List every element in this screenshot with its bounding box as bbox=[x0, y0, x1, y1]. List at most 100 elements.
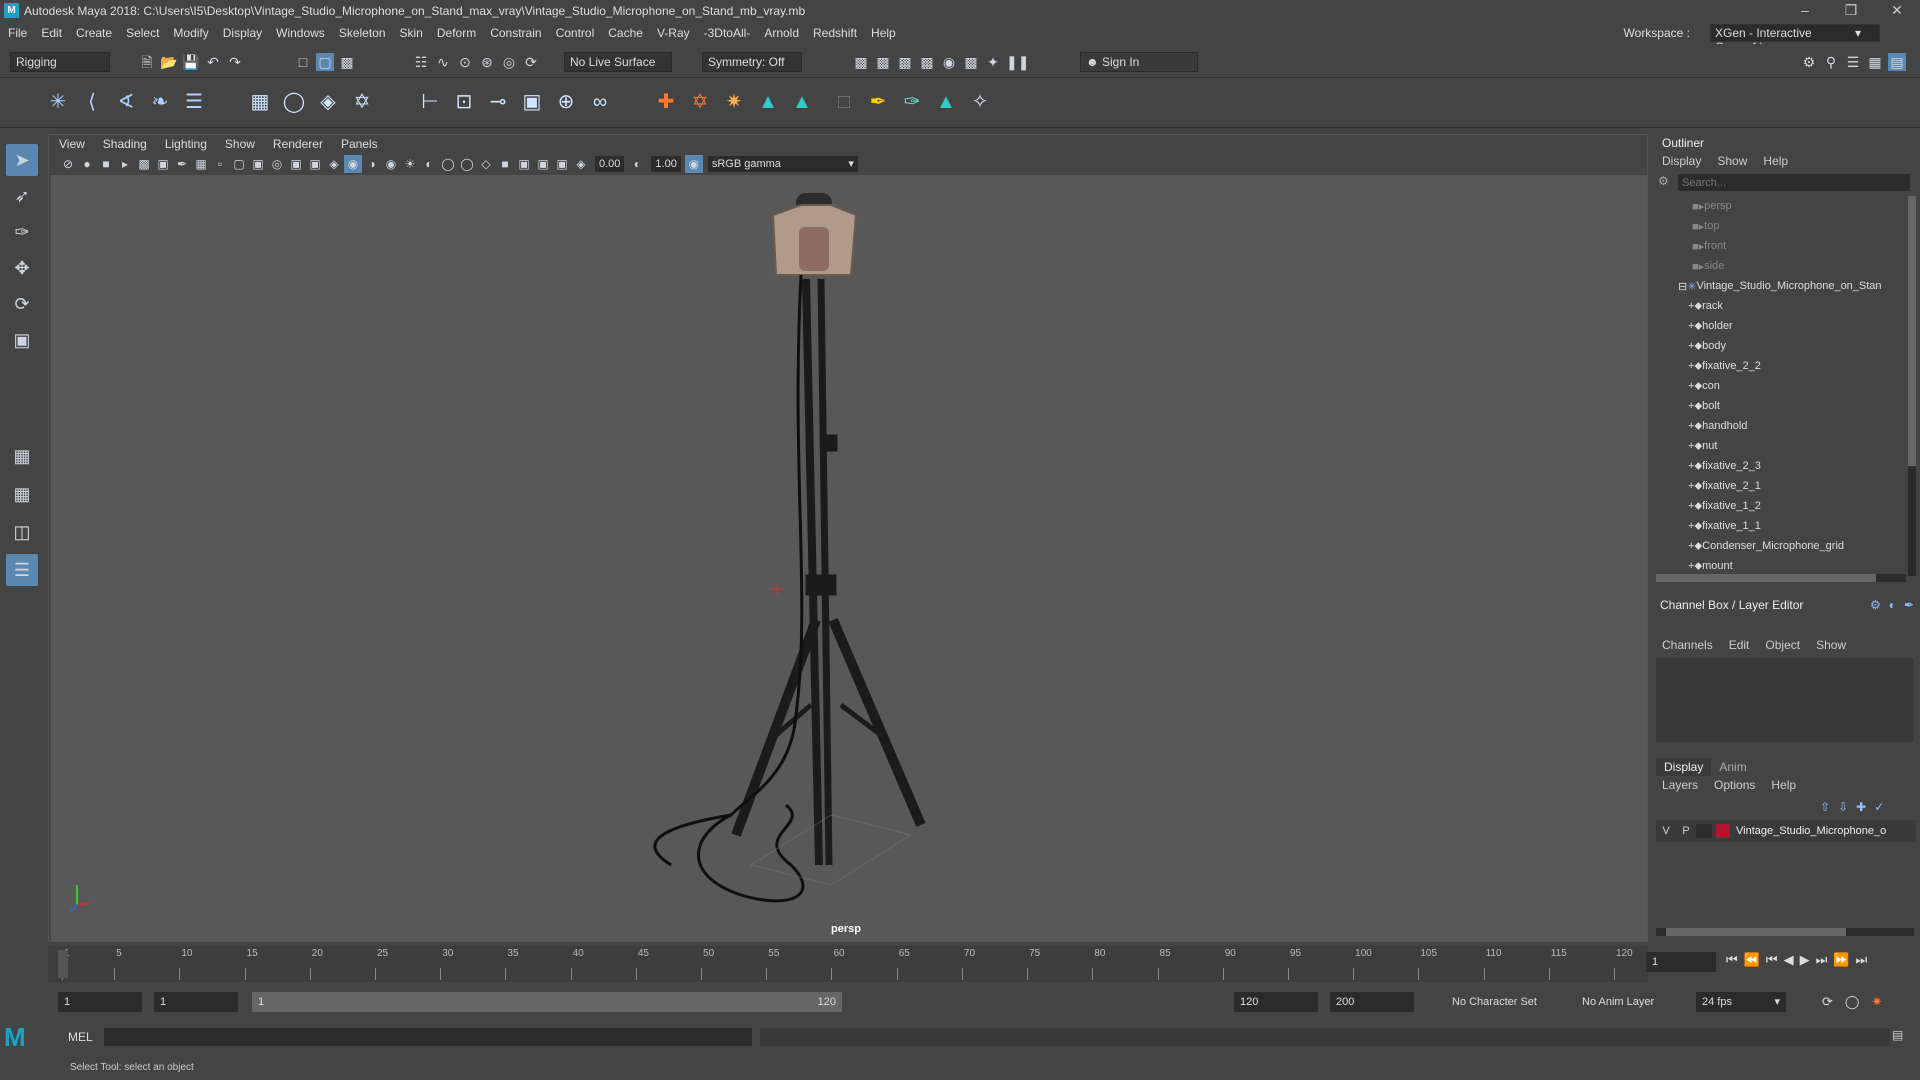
outliner-v-scrollbar[interactable] bbox=[1908, 196, 1916, 576]
minimize-icon[interactable]: – bbox=[1782, 0, 1828, 22]
outliner-item-nut[interactable]: + ⬥ nut bbox=[1688, 436, 1920, 456]
script-editor-icon[interactable]: ▤ bbox=[1892, 1028, 1903, 1042]
single-perspective-layout-icon[interactable]: ▦ bbox=[6, 440, 38, 472]
start-time-field[interactable]: 1 bbox=[58, 992, 142, 1012]
layer-h-scrollbar[interactable] bbox=[1656, 928, 1914, 936]
mirror-weights-icon[interactable]: ▲ bbox=[932, 88, 960, 116]
human-ik-icon[interactable]: ✷ bbox=[720, 88, 748, 116]
outliner-item-fixative-1-2[interactable]: + ⬥ fixative_1_2 bbox=[1688, 496, 1920, 516]
motion-blur-icon[interactable]: ▣ bbox=[515, 155, 533, 173]
select-object-icon[interactable]: ▢ bbox=[316, 53, 334, 71]
quick-rig-icon[interactable]: ▲ bbox=[754, 88, 782, 116]
outliner-item-mount[interactable]: + ⬥ mount bbox=[1688, 556, 1920, 576]
ik-spline-icon[interactable]: ∢ bbox=[112, 88, 140, 116]
snap-view-icon[interactable]: ⊛ bbox=[478, 53, 496, 71]
loop-icon[interactable]: ⟳ bbox=[1822, 994, 1833, 1010]
camera-attr-icon[interactable]: ● bbox=[78, 155, 96, 173]
default-material-icon[interactable]: ◑ bbox=[363, 155, 381, 173]
outliner-h-scrollbar[interactable] bbox=[1656, 574, 1906, 582]
step-back-key-icon[interactable]: ⏪ bbox=[1744, 952, 1760, 968]
command-input[interactable] bbox=[104, 1028, 752, 1046]
mel-label[interactable]: MEL bbox=[68, 1030, 93, 1044]
menu-vray[interactable]: V-Ray bbox=[657, 26, 690, 40]
layer-editor-icon[interactable]: ◐ bbox=[1889, 598, 1896, 612]
end-time-field[interactable]: 200 bbox=[1330, 992, 1414, 1012]
layer-playback-toggle[interactable]: P bbox=[1676, 825, 1696, 837]
menu-file[interactable]: File bbox=[8, 26, 27, 40]
close-icon[interactable]: ✕ bbox=[1874, 0, 1920, 22]
character-controls-icon[interactable]: ⚲ bbox=[1822, 53, 1840, 71]
wireframe-icon[interactable]: ◈ bbox=[325, 155, 343, 173]
grease-pencil-icon[interactable]: ✒ bbox=[173, 155, 191, 173]
menu-redshift[interactable]: Redshift bbox=[813, 26, 857, 40]
auto-key-icon[interactable]: ◯ bbox=[1845, 994, 1860, 1010]
ssao-icon[interactable]: ■ bbox=[496, 155, 514, 173]
snap-curve-icon[interactable]: ∿ bbox=[434, 53, 452, 71]
time-slider[interactable]: 1510152025303540455055606570758085909510… bbox=[48, 946, 1648, 982]
paint-select-icon[interactable]: ✑ bbox=[6, 216, 38, 248]
cb-menu-channels[interactable]: Channels bbox=[1662, 638, 1713, 652]
textured-icon[interactable]: ◉ bbox=[382, 155, 400, 173]
menu-windows[interactable]: Windows bbox=[276, 26, 325, 40]
exposure-field[interactable]: 0.00 bbox=[595, 156, 625, 172]
menu-edit[interactable]: Edit bbox=[41, 26, 62, 40]
layer-menu-help[interactable]: Help bbox=[1771, 778, 1796, 792]
layer-visibility-toggle[interactable]: V bbox=[1656, 825, 1676, 837]
lasso-tool-icon[interactable]: ➶ bbox=[6, 180, 38, 212]
film-gate-icon[interactable]: ▫ bbox=[211, 155, 229, 173]
gate-mask-icon[interactable]: ▣ bbox=[249, 155, 267, 173]
select-tool-icon[interactable]: ➤ bbox=[6, 144, 38, 176]
scrollbar-thumb[interactable] bbox=[1656, 574, 1876, 582]
layer-menu-options[interactable]: Options bbox=[1714, 778, 1755, 792]
cb-menu-edit[interactable]: Edit bbox=[1729, 638, 1750, 652]
outliner-menu-show[interactable]: Show bbox=[1717, 154, 1747, 168]
lattice-icon[interactable]: ▦ bbox=[246, 88, 274, 116]
orient-constraint-icon[interactable]: ⊸ bbox=[484, 88, 512, 116]
cb-menu-object[interactable]: Object bbox=[1765, 638, 1800, 652]
outliner-item-grid[interactable]: + ⬥ Condenser_Microphone_grid bbox=[1688, 536, 1920, 556]
outliner-menu-help[interactable]: Help bbox=[1763, 154, 1788, 168]
range-slider[interactable]: 1 120 bbox=[252, 992, 842, 1012]
modeling-toolkit-icon[interactable]: ⚙ bbox=[1800, 53, 1818, 71]
move-layer-up-icon[interactable]: ⇧ bbox=[1820, 800, 1830, 814]
vp-menu-panels[interactable]: Panels bbox=[341, 137, 378, 151]
snap-live-icon[interactable]: ⟳ bbox=[522, 53, 540, 71]
vp-menu-view[interactable]: View bbox=[59, 137, 85, 151]
open-scene-icon[interactable]: 📂 bbox=[160, 53, 178, 71]
new-layer-selected-icon[interactable]: ✓ bbox=[1874, 800, 1884, 814]
two-d-pan-icon[interactable]: ▣ bbox=[154, 155, 172, 173]
anim-layer-dropdown[interactable]: No Anim Layer bbox=[1576, 992, 1686, 1012]
step-forward-frame-icon[interactable]: ⏭ bbox=[1816, 952, 1828, 968]
outliner-item-body[interactable]: + ⬥ body bbox=[1688, 336, 1920, 356]
rotate-tool-icon[interactable]: ⟳ bbox=[6, 288, 38, 320]
light-editor-icon[interactable]: ✦ bbox=[984, 53, 1002, 71]
anti-alias-icon[interactable]: ▣ bbox=[534, 155, 552, 173]
undo-icon[interactable]: ↶ bbox=[204, 53, 222, 71]
smooth-shade-icon[interactable]: ◉ bbox=[344, 155, 362, 173]
camera-select-icon[interactable]: ⊘ bbox=[59, 155, 77, 173]
depth-of-field-icon[interactable]: ▣ bbox=[553, 155, 571, 173]
isolate-select-icon[interactable]: ◇ bbox=[477, 155, 495, 173]
render-setup-icon[interactable]: ▩ bbox=[962, 53, 980, 71]
viewport-canvas[interactable]: persp bbox=[51, 175, 1647, 941]
safe-action-icon[interactable]: ▣ bbox=[287, 155, 305, 173]
four-view-layout-icon[interactable]: ▦ bbox=[6, 478, 38, 510]
current-frame-field[interactable]: 1 bbox=[1646, 952, 1716, 972]
pole-vector-icon[interactable]: ∞ bbox=[586, 88, 614, 116]
gamma-field[interactable]: 1.00 bbox=[651, 156, 681, 172]
safe-title-icon[interactable]: ▣ bbox=[306, 155, 324, 173]
camera-icon[interactable]: ▩ bbox=[135, 155, 153, 173]
select-hierarchy-icon[interactable]: □ bbox=[294, 53, 312, 71]
outliner-layout-icon[interactable]: ☰ bbox=[6, 554, 38, 586]
ik-fk-icon[interactable]: ✡ bbox=[686, 88, 714, 116]
symmetry-dropdown[interactable]: Symmetry: Off bbox=[702, 52, 802, 72]
channel-box-icon[interactable]: ⚙ bbox=[1870, 598, 1881, 612]
move-tool-icon[interactable]: ✥ bbox=[6, 252, 38, 284]
attribute-icon[interactable]: ✒ bbox=[1904, 598, 1914, 612]
vp-menu-shading[interactable]: Shading bbox=[103, 137, 147, 151]
range-slider-start[interactable]: 1 bbox=[258, 994, 264, 1010]
create-joint-icon[interactable]: ✳ bbox=[44, 88, 72, 116]
attribute-editor-icon[interactable]: ☰ bbox=[1844, 53, 1862, 71]
scale-constraint-icon[interactable]: ▣ bbox=[518, 88, 546, 116]
step-back-frame-icon[interactable]: ⏮ bbox=[1766, 952, 1778, 968]
